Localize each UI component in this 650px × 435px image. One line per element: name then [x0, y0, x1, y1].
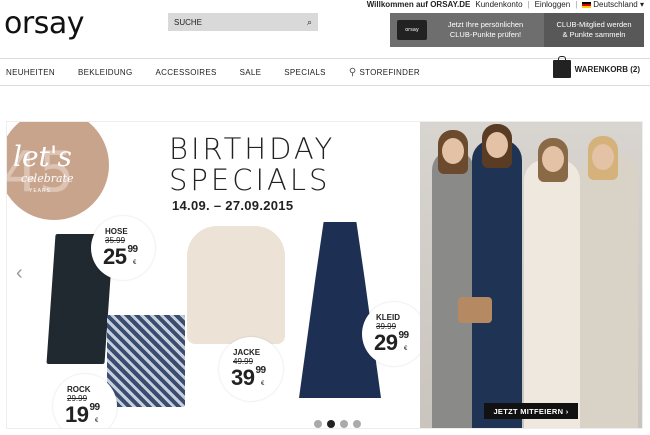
carousel-dots — [314, 420, 361, 428]
hero-banner[interactable]: 45 let's celebrate YEARS BIRTHDAY SPECIA… — [6, 121, 643, 429]
search-input[interactable] — [174, 17, 307, 27]
carousel-dot[interactable] — [353, 420, 361, 428]
carousel-dot[interactable] — [340, 420, 348, 428]
currency: € — [133, 260, 137, 266]
price-cents: 99 — [255, 365, 266, 376]
club-points-link[interactable]: Jetzt Ihre persönlichen CLUB-Punkte prüf… — [427, 20, 544, 40]
carousel-dot[interactable] — [314, 420, 322, 428]
nav-item-accessoires[interactable]: ACCESSOIRES — [156, 68, 217, 77]
carousel-dot-active[interactable] — [327, 420, 335, 428]
price-label: HOSE — [105, 227, 128, 236]
model-figure — [472, 140, 522, 428]
club-banner[interactable]: orsay Jetzt Ihre persönlichen CLUB-Punkt… — [390, 13, 644, 47]
storefinder-label: STOREFINDER — [359, 67, 420, 77]
club-text-line2: CLUB-Punkte prüfen! — [449, 30, 522, 39]
model-head — [542, 146, 564, 172]
price-label: JACKE — [233, 348, 261, 357]
currency: € — [95, 418, 99, 424]
new-price: 2999 — [374, 330, 409, 356]
dress-image[interactable] — [299, 222, 381, 398]
price-euros: 39 — [231, 365, 255, 390]
account-link[interactable]: Kundenkonto — [475, 0, 522, 9]
anniversary-badge: 45 let's celebrate YEARS — [7, 122, 109, 220]
model-head — [442, 138, 464, 164]
login-link[interactable]: Einloggen — [535, 0, 571, 9]
title-line2: SPECIALS — [169, 163, 331, 197]
location-pin-icon: ⚲ — [348, 66, 357, 78]
search-bar[interactable]: ⌕ — [168, 13, 318, 31]
german-flag-icon — [582, 1, 592, 8]
nav-item-sale[interactable]: SALE — [240, 68, 262, 77]
currency: € — [261, 381, 265, 387]
new-price: 2599 — [103, 244, 138, 270]
jacket-image[interactable] — [187, 226, 285, 344]
price-cents: 99 — [398, 330, 409, 341]
price-cents: 99 — [89, 402, 100, 413]
price-label: ROCK — [67, 385, 91, 394]
cart-label: WARENKORB (2) — [574, 64, 640, 74]
welcome-text: Willkommen auf ORSAY.DE — [366, 0, 471, 9]
title-line1: BIRTHDAY — [169, 132, 336, 166]
separator: | — [575, 0, 578, 9]
nav-item-storefinder[interactable]: ⚲ STOREFINDER — [349, 67, 420, 78]
badge-years: YEARS — [29, 188, 51, 194]
price-cents: 99 — [127, 244, 138, 255]
country-label: Deutschland — [593, 0, 638, 9]
top-links: Willkommen auf ORSAY.DE Kundenkonto | Ei… — [367, 0, 644, 9]
club-card-icon: orsay — [397, 20, 427, 40]
nav-item-specials[interactable]: SPECIALS — [284, 68, 326, 77]
cta-button[interactable]: JETZT MITFEIERN › — [484, 403, 578, 419]
price-tag-kleid[interactable]: KLEID 39.99 2999 € — [362, 302, 426, 366]
currency: € — [404, 346, 408, 352]
skirt-image[interactable] — [107, 315, 185, 407]
new-price: 3999 — [231, 365, 266, 391]
club-btn-line2: & Punkte sammeln — [562, 30, 626, 39]
club-text-line1: Jetzt Ihre persönlichen — [447, 20, 524, 29]
price-euros: 19 — [65, 402, 89, 427]
models-photo[interactable] — [420, 122, 642, 428]
banner-dates: 14.09. – 27.09.2015 — [172, 198, 294, 213]
price-tag-rock[interactable]: ROCK 29.99 1999 € — [53, 374, 117, 428]
nav-item-neuheiten[interactable]: NEUHEITEN — [6, 68, 55, 77]
model-figure — [432, 150, 474, 428]
price-euros: 25 — [103, 244, 127, 269]
new-price: 1999 — [65, 402, 100, 428]
model-head — [486, 132, 508, 158]
price-tag-jacke[interactable]: JACKE 49.99 3999 € — [219, 337, 283, 401]
badge-small-text: celebrate — [21, 172, 74, 185]
price-euros: 29 — [374, 330, 398, 355]
chevron-down-icon: ▾ — [639, 0, 644, 9]
carousel-prev-arrow[interactable]: ‹ — [16, 262, 23, 285]
model-figure — [524, 160, 580, 428]
search-icon[interactable]: ⌕ — [307, 17, 312, 28]
logo[interactable]: orsay — [4, 6, 84, 41]
model-head — [592, 144, 614, 170]
price-label: KLEID — [376, 313, 400, 322]
nav-item-bekleidung[interactable]: BEKLEIDUNG — [78, 68, 133, 77]
shopping-bag-icon — [552, 56, 571, 78]
badge-big-text: let's — [13, 140, 72, 173]
banner-title: BIRTHDAY SPECIALS — [169, 134, 335, 196]
model-figure — [580, 155, 638, 428]
price-tag-hose[interactable]: HOSE 35.99 2599 € — [91, 216, 155, 280]
handbag — [458, 297, 492, 323]
cart-button[interactable]: WARENKORB (2) — [552, 56, 640, 78]
club-btn-line1: CLUB-Mitglied werden — [556, 20, 632, 29]
club-join-button[interactable]: CLUB-Mitglied werden & Punkte sammeln — [544, 13, 644, 47]
separator: | — [527, 0, 530, 9]
country-selector[interactable]: Deutschland ▾ — [582, 0, 644, 9]
